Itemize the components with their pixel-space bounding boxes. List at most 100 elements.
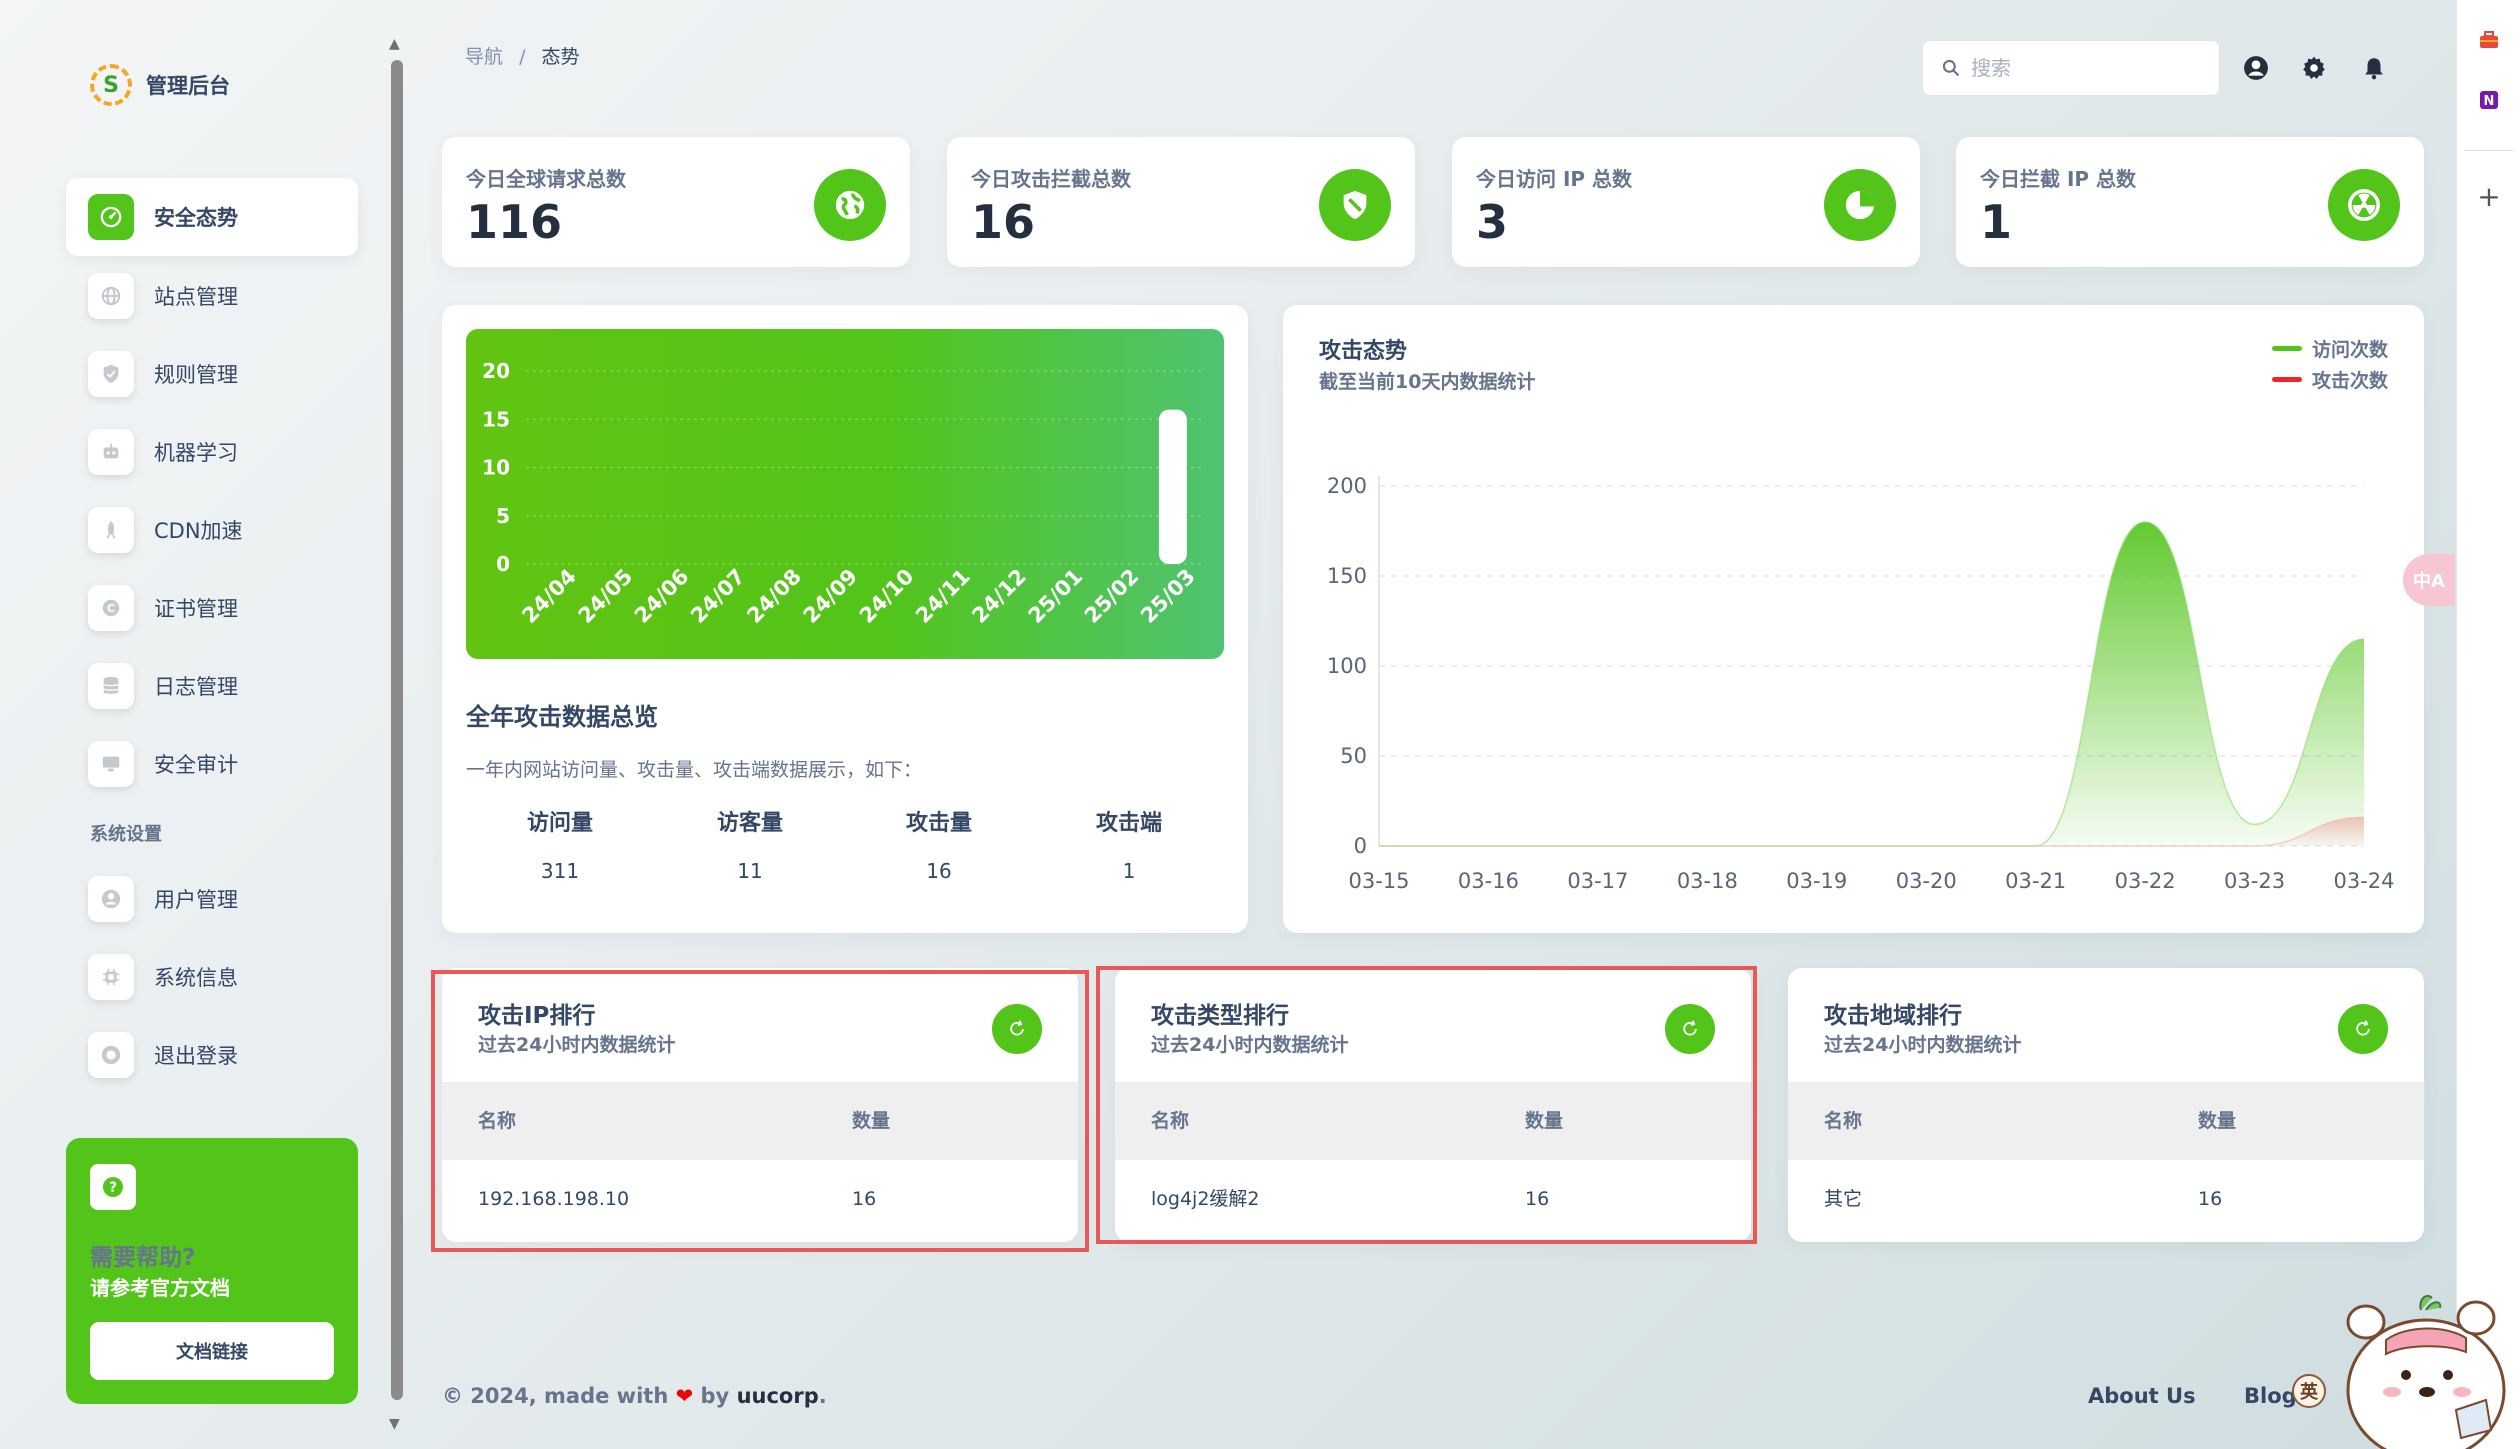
area-chart-svg: 0 50 100 150 200 03-15 03-16 03-17 03-18 03-19 03-… <box>1327 474 2395 893</box>
stat-value: 3 <box>1476 195 1509 249</box>
breadcrumb-root[interactable]: 导航 <box>465 46 503 68</box>
scroll-up-arrow-icon[interactable]: ▲ <box>389 36 400 52</box>
sidebar-item-label: 退出登录 <box>154 1044 238 1068</box>
shield-icon <box>1319 169 1391 241</box>
sidebar-item-logs[interactable]: 日志管理 <box>66 647 358 725</box>
sidebar-item-label: 证书管理 <box>154 597 238 621</box>
bar-y-tick-label: 15 <box>482 407 510 431</box>
row-name: 其它 <box>1824 1188 1863 1210</box>
account-icon[interactable] <box>2240 52 2272 84</box>
stat-label: 今日全球请求总数 <box>466 167 626 191</box>
database-icon <box>88 663 134 709</box>
stat-label: 今日攻击拦截总数 <box>971 167 1131 191</box>
attack-trend-card: 攻击态势 截至当前10天内数据统计 访问次数 攻击次数 0 50 100 150 200… <box>1283 305 2424 933</box>
col-count-header[interactable]: 数量 <box>2198 1082 2236 1160</box>
onenote-icon[interactable]: N <box>2475 86 2503 114</box>
sidebar-item-users[interactable]: 用户管理 <box>66 860 358 938</box>
ranking-title: 攻击地域排行 <box>1824 1003 1962 1029</box>
table-row[interactable]: 其它 16 <box>1788 1160 2424 1238</box>
scrollbar-thumb[interactable] <box>391 60 403 1400</box>
settings-section-title: 系统设置 <box>90 824 162 845</box>
overview-desc: 一年内网站访问量、攻击量、攻击端数据展示，如下： <box>466 759 923 781</box>
strip-divider <box>2465 150 2513 151</box>
sidebar-item-label: 系统信息 <box>154 966 238 990</box>
about-us-link[interactable]: About Us <box>2088 1384 2196 1408</box>
refresh-icon <box>2356 1020 2370 1036</box>
area-y-tick-label: 100 <box>1327 654 1367 678</box>
footer-author-link[interactable]: uucorp <box>737 1384 819 1408</box>
stat-card-requests: 今日全球请求总数 116 <box>442 137 910 267</box>
add-icon[interactable]: + <box>2475 180 2503 213</box>
svg-text:C: C <box>107 602 115 615</box>
refresh-button[interactable] <box>2338 1004 2388 1054</box>
sidebar-item-sites[interactable]: 站点管理 <box>66 257 358 335</box>
bar-x-tick-label: 25/01 <box>1024 564 1088 628</box>
bar-x-tick-label: 24/10 <box>855 564 919 628</box>
browser-side-strip: N + <box>2456 0 2520 1449</box>
gear-icon[interactable] <box>2298 52 2330 84</box>
overview-col-attackers: 攻击端 1 <box>1029 805 1229 883</box>
stat-card-blocked: 今日攻击拦截总数 16 <box>947 137 1415 267</box>
area-y-tick-label: 0 <box>1354 834 1367 858</box>
sidebar-item-certs[interactable]: C 证书管理 <box>66 569 358 647</box>
brand[interactable]: S 管理后台 <box>90 64 230 106</box>
annual-overview-card: 0 5 10 15 20 24/04 24/05 24/06 24/07 24/08 24/09 24… <box>442 305 1248 933</box>
help-title: 需要帮助? <box>90 1245 196 1271</box>
sidebar-item-audit[interactable]: 安全审计 <box>66 725 358 803</box>
area-y-tick-label: 200 <box>1327 474 1367 498</box>
scroll-down-arrow-icon[interactable]: ▼ <box>389 1416 400 1432</box>
bar-x-tick-label: 24/05 <box>574 564 638 628</box>
sidebar-item-sysinfo[interactable]: 系统信息 <box>66 938 358 1016</box>
ime-badge[interactable]: 英 <box>2292 1374 2326 1408</box>
search-input[interactable] <box>1971 56 2191 80</box>
area-x-tick-label: 03-22 <box>2115 869 2176 893</box>
sidebar-item-label: 安全态势 <box>154 206 238 230</box>
area-x-tick-label: 03-19 <box>1786 869 1847 893</box>
overview-title: 全年攻击数据总览 <box>466 703 658 731</box>
bar-y-tick-label: 5 <box>496 504 510 528</box>
certificate-icon: C <box>88 585 134 631</box>
docs-link-button[interactable]: 文档链接 <box>90 1322 334 1380</box>
bar-x-tick-label: 24/04 <box>517 564 581 628</box>
overview-col-value: 16 <box>926 859 952 883</box>
help-card: ? 需要帮助? 请参考官方文档 文档链接 <box>66 1138 358 1404</box>
sidebar-item-ml[interactable]: 机器学习 <box>66 413 358 491</box>
stat-card-visit-ip: 今日访问 IP 总数 3 <box>1452 137 1920 267</box>
shield-icon <box>88 351 134 397</box>
sidebar-item-logout[interactable]: 退出登录 <box>66 1016 358 1094</box>
user-icon <box>88 876 134 922</box>
sidebar-item-label: 机器学习 <box>154 441 238 465</box>
bar-x-tick-label: 24/08 <box>742 564 806 628</box>
translate-float-button[interactable]: 中A <box>2403 554 2455 606</box>
sidebar-item-label: 日志管理 <box>154 675 238 699</box>
col-name-header[interactable]: 名称 <box>1824 1082 1862 1160</box>
brand-logo-icon: S <box>90 64 132 106</box>
radiation-icon <box>2328 169 2400 241</box>
bar-x-tick-label: 24/12 <box>967 564 1031 628</box>
help-icon: ? <box>90 1164 136 1210</box>
logout-icon <box>88 1032 134 1078</box>
sidebar-item-cdn[interactable]: CDN加速 <box>66 491 358 569</box>
attack-region-ranking-card: 攻击地域排行 过去24小时内数据统计 名称 数量 其它 16 <box>1788 968 2424 1242</box>
highlight-box-type-ranking <box>1096 966 1757 1244</box>
search-box[interactable] <box>1922 40 2220 96</box>
area-x-tick-label: 03-15 <box>1348 869 1409 893</box>
bar-y-tick-label: 20 <box>482 359 510 383</box>
overview-col-visits: 访问量 311 <box>460 805 660 883</box>
overview-col-value: 11 <box>737 859 763 883</box>
blog-link[interactable]: Blog <box>2244 1384 2297 1408</box>
sidebar-item-rules[interactable]: 规则管理 <box>66 335 358 413</box>
toolbox-icon[interactable] <box>2475 26 2503 54</box>
sidebar-item-label: 站点管理 <box>154 285 238 309</box>
bell-icon[interactable] <box>2358 52 2390 84</box>
breadcrumb-separator: / <box>519 46 526 68</box>
area-x-tick-label: 03-24 <box>2333 869 2394 893</box>
overview-col-head: 访客量 <box>716 811 783 836</box>
overview-col-attacks: 攻击量 16 <box>839 805 1039 883</box>
sidebar-item-security-posture[interactable]: 安全态势 <box>66 178 358 256</box>
row-count: 16 <box>2198 1188 2223 1210</box>
overview-col-head: 攻击量 <box>905 811 972 836</box>
area-x-tick-label: 03-21 <box>2005 869 2066 893</box>
footer-copyright: © 2024, made with ❤ by uucorp. <box>442 1384 827 1408</box>
highlight-box-ip-ranking <box>431 970 1089 1252</box>
